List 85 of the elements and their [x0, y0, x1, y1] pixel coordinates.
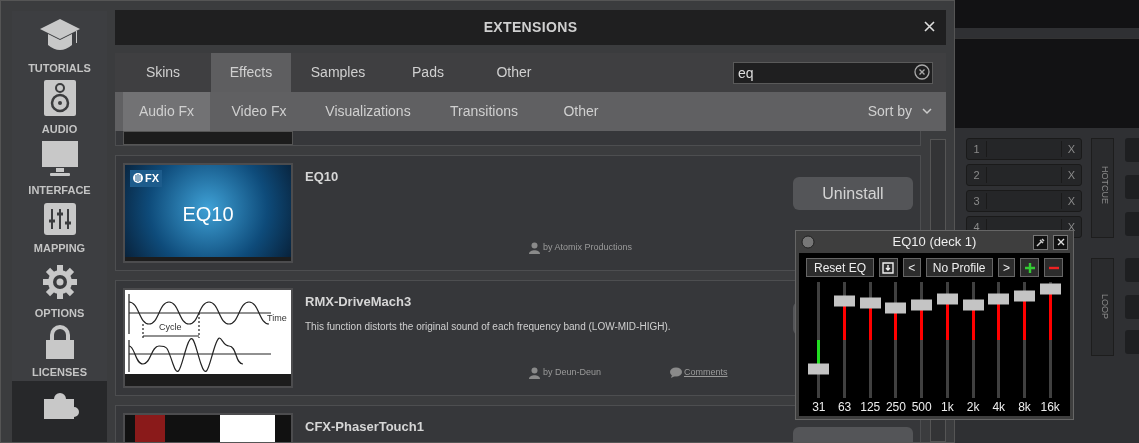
monitor-icon [40, 141, 79, 178]
sort-dropdown[interactable]: Sort by [867, 92, 932, 131]
band-label: 63 [837, 401, 852, 413]
subtab[interactable]: Visualizations [308, 92, 428, 131]
add-profile-button[interactable] [1020, 258, 1040, 277]
circle-icon [801, 235, 815, 249]
comments-link[interactable]: Comments [684, 366, 728, 380]
extension-name: CFX-PhaserTouch1 [305, 418, 424, 436]
diagram-label: Time [267, 314, 287, 323]
tab[interactable]: Samples [291, 53, 385, 92]
photo-placeholder [220, 415, 275, 442]
slider-thumb[interactable] [936, 293, 958, 305]
pin-icon [1036, 237, 1045, 247]
diagram-label: Cycle [159, 323, 182, 332]
tab[interactable]: Effects [211, 53, 291, 92]
fx-logo-icon [133, 173, 143, 184]
speech-bubble-icon [670, 367, 682, 379]
slider-thumb[interactable] [859, 297, 881, 309]
band-label: 4k [992, 401, 1006, 413]
tab[interactable]: Pads [385, 53, 471, 92]
sidebar-item[interactable]: AUDIO [12, 74, 107, 136]
band-label: 125 [860, 401, 881, 413]
slider-thumb[interactable] [911, 299, 933, 311]
hotcue-pad[interactable]: 3 X [966, 190, 1082, 212]
close-icon [923, 20, 935, 32]
band-label: 31 [812, 401, 826, 413]
sliders-icon [43, 202, 76, 235]
band-label: 500 [911, 401, 932, 413]
speaker-icon [42, 80, 77, 116]
save-button[interactable] [879, 258, 898, 277]
person-icon [529, 241, 540, 254]
chevron-down-icon [922, 108, 932, 115]
subtab[interactable]: Other [540, 92, 622, 131]
subtab[interactable]: Transitions [428, 92, 540, 131]
author-label: by Deun-Deun [543, 366, 602, 379]
padlock-icon [45, 325, 74, 360]
fx-badge: FX [130, 170, 163, 187]
extension-name: RMX-DriveMach3 [305, 293, 412, 311]
slider-thumb[interactable] [885, 302, 907, 314]
close-button[interactable] [921, 18, 937, 34]
plus-icon [1023, 261, 1036, 274]
band-label: 1k [941, 401, 954, 413]
photo-placeholder [135, 415, 165, 442]
sidebar-item[interactable]: MAPPING [12, 196, 107, 258]
profile-selector[interactable]: No Profile [925, 258, 993, 277]
extension-description: This function distorts the original sound of each frequency band (LOW-MID-HIGH). [305, 319, 671, 334]
slider-thumb[interactable] [1013, 290, 1035, 302]
sidebar-item[interactable]: LICENSES [12, 319, 107, 381]
author-label: by Atomix Productions [543, 241, 633, 254]
sidebar-item[interactable] [12, 380, 107, 442]
save-icon [882, 261, 895, 274]
sidebar-item[interactable]: INTERFACE [12, 135, 107, 197]
hotcue-pad[interactable]: 1 X [966, 138, 1082, 160]
banner-title: EQ10 [181, 202, 235, 227]
extension-name: EQ10 [305, 168, 339, 186]
tab[interactable]: Other [471, 53, 557, 92]
band-label: 250 [885, 401, 906, 413]
band-label: 8k [1018, 401, 1031, 413]
person-icon [529, 366, 540, 379]
uninstall-button[interactable]: Uninstall [793, 177, 913, 210]
slider-thumb[interactable] [962, 299, 984, 311]
close-icon [1056, 238, 1065, 246]
hotcue-pad[interactable]: 2 X [966, 164, 1082, 186]
gear-icon [41, 264, 78, 300]
slider-thumb[interactable] [808, 363, 830, 375]
tab[interactable]: Skins [115, 53, 211, 92]
subtab[interactable]: Audio Fx [123, 92, 210, 131]
hotcue-label: HOTCUE [1098, 166, 1111, 204]
window-title: EXTENSIONS [483, 18, 578, 37]
search-field[interactable]: eq [733, 62, 933, 84]
slider-thumb[interactable] [834, 295, 856, 307]
loop-label: LOOP [1098, 294, 1111, 319]
sidebar-item[interactable]: TUTORIALS [12, 11, 107, 74]
band-label: 2k [966, 401, 980, 413]
sidebar-item[interactable]: OPTIONS [12, 258, 107, 320]
reset-eq-button[interactable]: Reset EQ [806, 258, 875, 277]
subtab[interactable]: Video Fx [210, 92, 308, 131]
pin-button[interactable] [1033, 234, 1048, 250]
next-profile-button[interactable]: > [997, 258, 1016, 277]
clear-icon [914, 64, 930, 80]
band-label: 16k [1040, 401, 1060, 413]
previous-profile-button[interactable]: < [902, 258, 921, 277]
close-button[interactable] [1053, 234, 1068, 250]
slider-thumb[interactable] [988, 293, 1010, 305]
slider-thumb[interactable] [1039, 283, 1061, 295]
